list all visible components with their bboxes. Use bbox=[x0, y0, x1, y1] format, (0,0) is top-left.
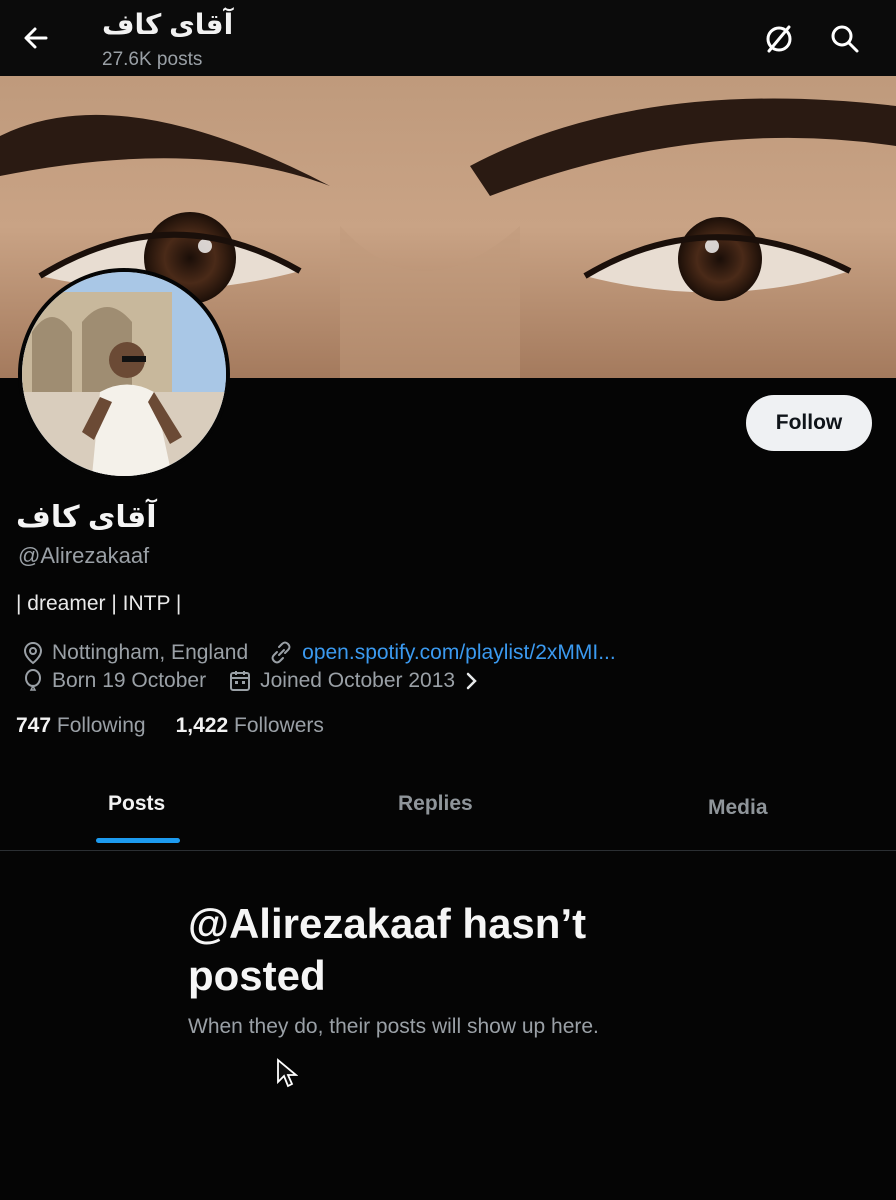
link-icon bbox=[271, 641, 291, 664]
birthday-text: Born 19 October bbox=[52, 669, 207, 692]
display-name: آقای کاف bbox=[16, 501, 157, 534]
no-eye-icon bbox=[766, 25, 792, 53]
empty-state-subtitle: When they do, their posts will show up h… bbox=[188, 1015, 599, 1038]
profile-bio: | dreamer | INTP | bbox=[16, 592, 182, 615]
meta-row-location-link: Nottingham, England open.spotify.com/pla… bbox=[22, 641, 616, 665]
back-button[interactable] bbox=[18, 20, 54, 56]
empty-state-title: @Alirezakaaf hasn’t posted bbox=[188, 900, 587, 999]
followers-link[interactable]: 1,422 Followers bbox=[176, 714, 324, 738]
profile-title: آقای کاف bbox=[102, 9, 234, 40]
hide-button[interactable] bbox=[760, 20, 798, 58]
post-count: 27.6K posts bbox=[102, 49, 203, 70]
location-pin-icon bbox=[23, 641, 43, 665]
follow-counts: 747 Following 1,422 Followers bbox=[16, 714, 324, 738]
followers-label: Followers bbox=[234, 714, 324, 737]
follow-button[interactable]: Follow bbox=[746, 395, 872, 451]
profile-link[interactable]: open.spotify.com/playlist/2xMMI... bbox=[302, 641, 616, 665]
tab-posts[interactable]: Posts bbox=[108, 792, 165, 816]
arrow-left-icon bbox=[24, 27, 48, 49]
location-text: Nottingham, England bbox=[52, 641, 249, 664]
joined-text: Joined October 2013 bbox=[260, 669, 456, 692]
calendar-icon bbox=[230, 671, 251, 691]
mouse-cursor-icon bbox=[277, 1058, 298, 1088]
search-icon bbox=[831, 25, 859, 53]
profile-avatar[interactable] bbox=[18, 268, 230, 480]
active-tab-indicator bbox=[96, 838, 180, 843]
tab-media[interactable]: Media bbox=[708, 796, 768, 820]
user-handle: @Alirezakaaf bbox=[18, 543, 150, 568]
tab-replies[interactable]: Replies bbox=[398, 792, 473, 816]
search-button[interactable] bbox=[826, 20, 864, 58]
chevron-right-icon[interactable] bbox=[463, 670, 481, 692]
following-count: 747 bbox=[16, 714, 52, 737]
following-label: Following bbox=[56, 714, 146, 737]
following-link[interactable]: 747 Following bbox=[16, 714, 146, 738]
meta-row-dates: Born 19 October Joined October 2013 bbox=[22, 669, 489, 693]
top-bar: آقای کاف 27.6K posts bbox=[0, 0, 896, 76]
followers-count: 1,422 bbox=[175, 714, 229, 737]
balloon-icon bbox=[25, 669, 41, 691]
